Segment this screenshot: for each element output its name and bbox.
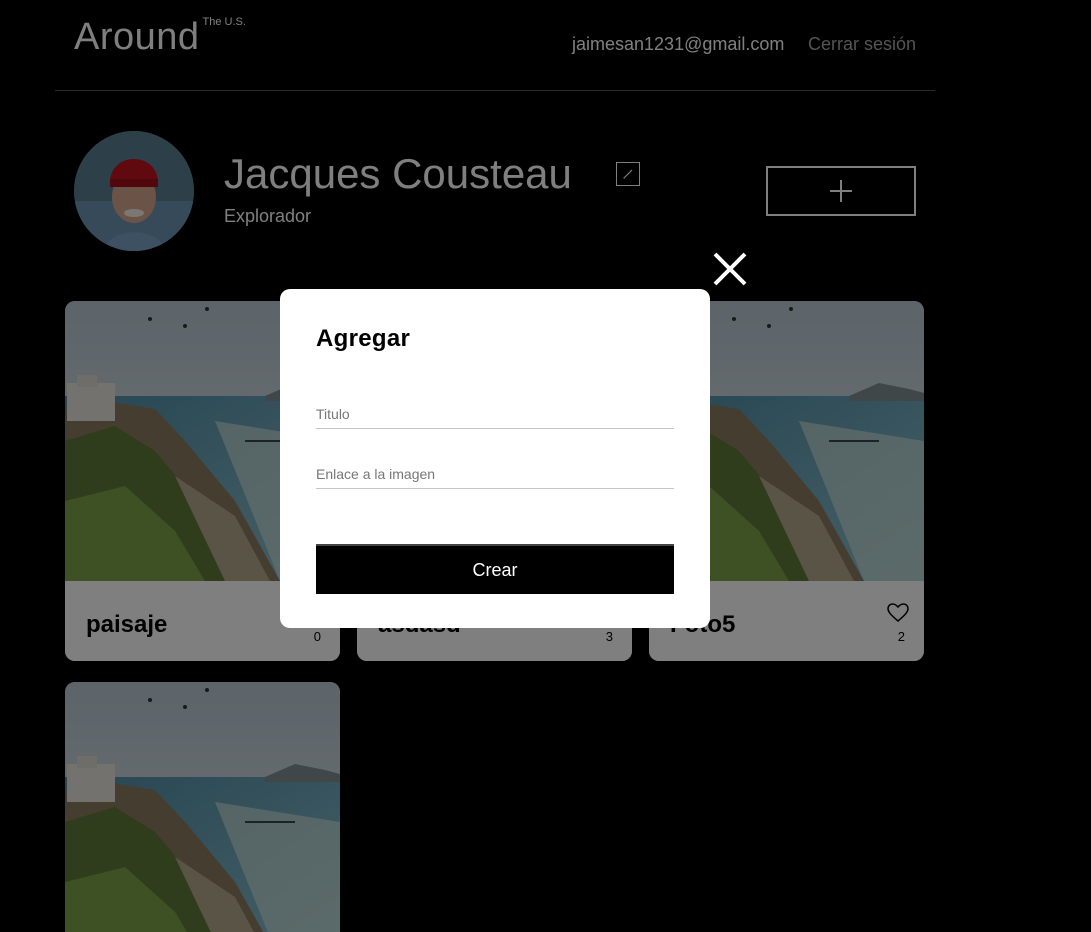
create-button[interactable]: Crear [316,544,674,594]
add-card-modal: Agregar Crear [280,289,710,628]
title-input[interactable] [316,399,674,429]
modal-title: Agregar [316,325,411,352]
image-link-input[interactable] [316,459,674,489]
close-icon[interactable] [710,249,750,289]
profile-page: Around The U.S. jaimesan1231@gmail.com C… [0,0,1091,932]
